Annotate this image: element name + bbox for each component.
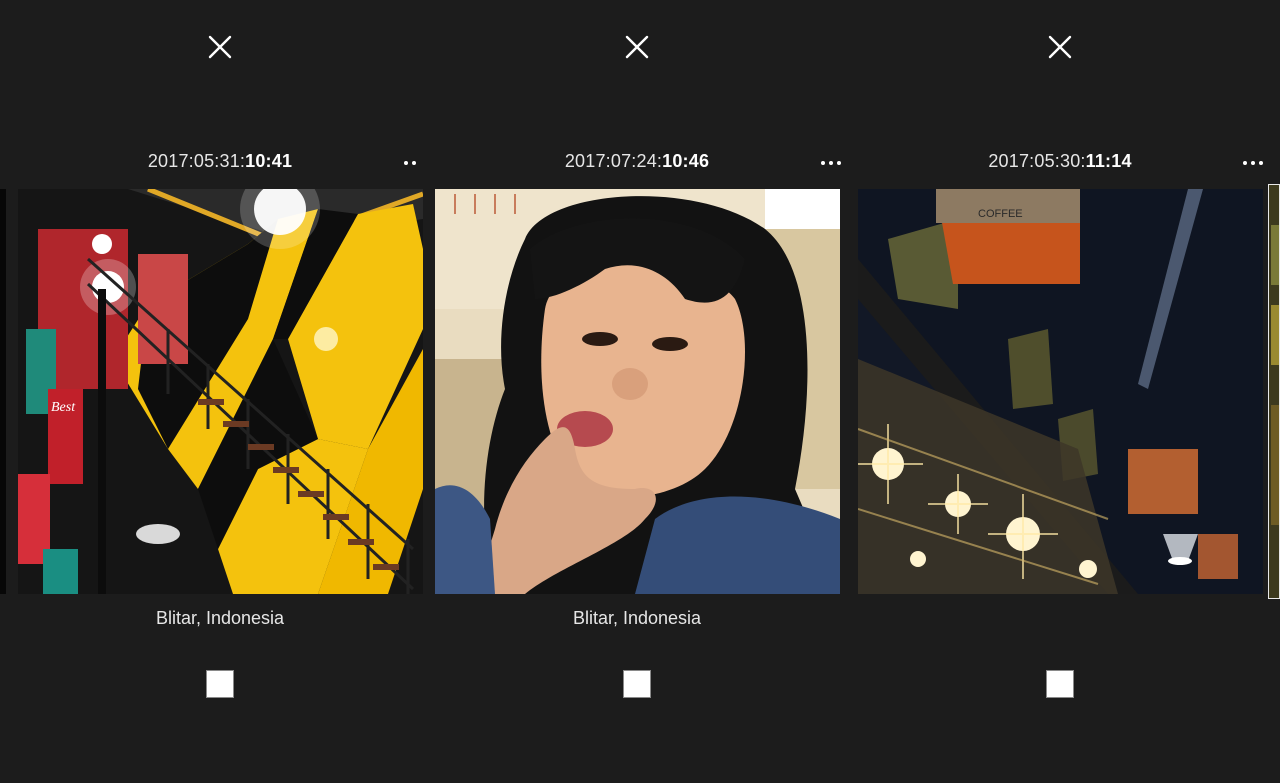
photo-thumbnail[interactable] bbox=[435, 189, 840, 594]
svg-text:Best: Best bbox=[51, 400, 76, 415]
timestamp-date: 2017:05:30: bbox=[988, 151, 1086, 171]
photo-thumbnail[interactable]: Best bbox=[18, 189, 423, 594]
photo-thumbnail[interactable]: COFFEE bbox=[858, 189, 1263, 594]
photo-timestamp: 2017:05:31:10:41 bbox=[148, 151, 292, 172]
select-checkbox[interactable] bbox=[1046, 670, 1074, 698]
more-options-icon[interactable] bbox=[402, 155, 418, 171]
close-icon[interactable] bbox=[1046, 33, 1074, 61]
photo-timestamp: 2017:05:30:11:14 bbox=[988, 151, 1131, 172]
svg-text:COFFEE: COFFEE bbox=[978, 208, 1023, 220]
timestamp-time: 10:46 bbox=[662, 151, 710, 171]
close-icon[interactable] bbox=[623, 33, 651, 61]
more-options-icon[interactable] bbox=[820, 155, 842, 171]
timestamp-time: 11:14 bbox=[1085, 151, 1132, 171]
photo-card-2: 2017:07:24:10:46 Blitar, Indonesia bbox=[430, 0, 850, 783]
photo-timestamp: 2017:07:24:10:46 bbox=[565, 151, 709, 172]
photo-card-3: 2017:05:30:11:14 COFFEE bbox=[850, 0, 1268, 783]
timestamp-time: 10:41 bbox=[245, 151, 293, 171]
select-checkbox[interactable] bbox=[206, 670, 234, 698]
timestamp-date: 2017:07:24: bbox=[564, 151, 663, 171]
next-photo-edge[interactable] bbox=[1268, 184, 1280, 599]
stairway-photo-icon: Best bbox=[18, 189, 423, 594]
close-icon[interactable] bbox=[206, 33, 234, 61]
photo-card-1: 2017:05:31:10:41 Best Blitar, Indonesia bbox=[0, 0, 430, 783]
cafe-ceiling-photo-icon: COFFEE bbox=[858, 189, 1263, 594]
timestamp-date: 2017:05:31: bbox=[147, 151, 246, 171]
photo-gallery-screen: 2017:05:31:10:41 Best Blitar, Indonesia … bbox=[0, 0, 1280, 783]
select-checkbox[interactable] bbox=[623, 670, 651, 698]
photo-location: Blitar, Indonesia bbox=[572, 608, 702, 628]
photo-location: Blitar, Indonesia bbox=[155, 608, 285, 628]
more-options-icon[interactable] bbox=[1242, 155, 1264, 171]
selfie-photo-icon bbox=[435, 189, 840, 594]
